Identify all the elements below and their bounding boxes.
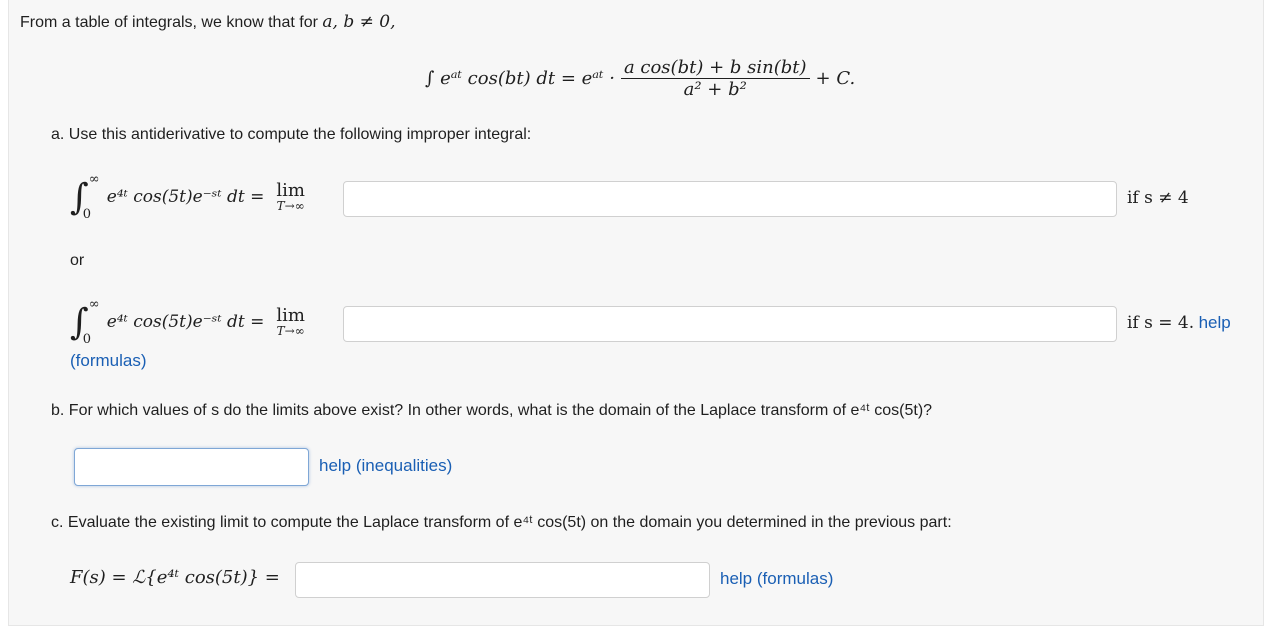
domain-answer-input[interactable] <box>74 448 309 486</box>
integrand: e⁴ᵗ cos(5t)e⁻ˢᵗ dt = <box>106 312 265 332</box>
condition-s-not-4: if s ≠ 4 <box>1127 188 1189 208</box>
limit-operator: lim T→∞ <box>276 305 305 338</box>
part-c-prompt: c. Evaluate the existing limit to comput… <box>51 514 952 531</box>
upper-bound: ∞ <box>88 172 100 187</box>
formula-denominator: a² + b² <box>620 77 810 100</box>
lower-bound: 0 <box>82 207 92 222</box>
part-a-prompt: a. Use this antiderivative to compute th… <box>51 126 532 143</box>
intro-text: From a table of integrals, we know that … <box>20 14 318 31</box>
integral-row-1: ∫ ∞ 0 e⁴ᵗ cos(5t)e⁻ˢᵗ dt = lim T→∞ <box>70 172 305 222</box>
intro-condition: a, b ≠ 0, <box>322 12 396 32</box>
formula-numerator: a cos(bt) + b sin(bt) <box>623 56 807 78</box>
formula-tail: + C. <box>815 67 856 89</box>
help-link[interactable]: help <box>1199 313 1231 332</box>
condition-s-eq-4: if s = 4. help <box>1127 313 1231 333</box>
formulas-help-link[interactable]: (formulas) <box>70 351 147 371</box>
formula-lhs: ∫ eᵃᵗ cos(bt) dt = eᵃᵗ · <box>425 67 615 89</box>
intro-line: From a table of integrals, we know that … <box>20 12 395 32</box>
integral-row-2: ∫ ∞ 0 e⁴ᵗ cos(5t)e⁻ˢᵗ dt = lim T→∞ <box>70 297 305 347</box>
formulas-help-link-c[interactable]: help (formulas) <box>720 569 833 589</box>
limit-operator: lim T→∞ <box>276 180 305 213</box>
part-b-prompt: b. For which values of s do the limits a… <box>51 402 933 419</box>
antiderivative-formula: ∫ eᵃᵗ cos(bt) dt = eᵃᵗ · a cos(bt) + b s… <box>425 50 855 106</box>
or-label: or <box>70 252 85 269</box>
integral-bounds: ∞ 0 <box>83 297 107 347</box>
laplace-answer-input[interactable] <box>295 562 710 598</box>
laplace-lhs: F(s) = ℒ{e⁴ᵗ cos(5t)} = <box>70 567 280 588</box>
lower-bound: 0 <box>82 332 92 347</box>
upper-bound: ∞ <box>88 297 100 312</box>
inequalities-help-link[interactable]: help (inequalities) <box>319 456 452 476</box>
integral-bounds: ∞ 0 <box>83 172 107 222</box>
limit-answer-input-s-not-4[interactable] <box>343 181 1117 217</box>
integrand: e⁴ᵗ cos(5t)e⁻ˢᵗ dt = <box>106 187 265 207</box>
limit-answer-input-s-eq-4[interactable] <box>343 306 1117 342</box>
formula-fraction: a cos(bt) + b sin(bt) a² + b² <box>620 56 810 100</box>
